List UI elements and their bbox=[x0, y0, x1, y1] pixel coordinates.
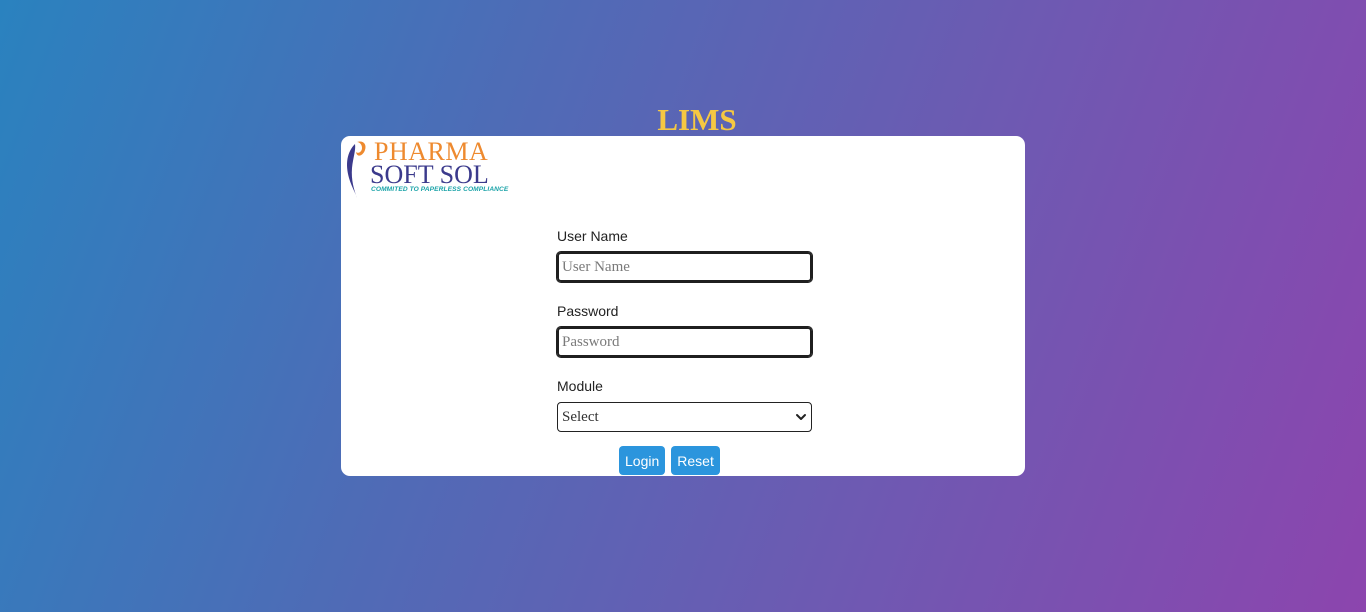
form-actions: Login Reset bbox=[619, 446, 720, 475]
logo-swoosh-icon bbox=[347, 141, 366, 198]
module-label: Module bbox=[557, 378, 603, 394]
password-input[interactable] bbox=[556, 326, 813, 358]
reset-button[interactable]: Reset bbox=[671, 446, 720, 475]
login-form: User Name Password Module Select bbox=[556, 228, 813, 453]
password-field-group: Password bbox=[556, 303, 813, 358]
logo-tagline: COMMITED TO PAPERLESS COMPLIANCE bbox=[371, 186, 509, 193]
login-button[interactable]: Login bbox=[619, 446, 666, 475]
chevron-down-icon bbox=[796, 414, 806, 420]
module-select[interactable]: Select bbox=[557, 402, 812, 432]
company-logo: PHARMA SOFT SOL COMMITED TO PAPERLESS CO… bbox=[343, 138, 508, 202]
username-label: User Name bbox=[557, 228, 628, 244]
username-input[interactable] bbox=[556, 251, 813, 283]
module-select-value: Select bbox=[562, 408, 599, 425]
app-title: LIMS bbox=[657, 102, 737, 137]
username-field-group: User Name bbox=[556, 228, 813, 283]
login-card: PHARMA SOFT SOL COMMITED TO PAPERLESS CO… bbox=[341, 136, 1025, 476]
password-label: Password bbox=[557, 303, 619, 319]
module-field-group: Module Select bbox=[557, 378, 813, 432]
